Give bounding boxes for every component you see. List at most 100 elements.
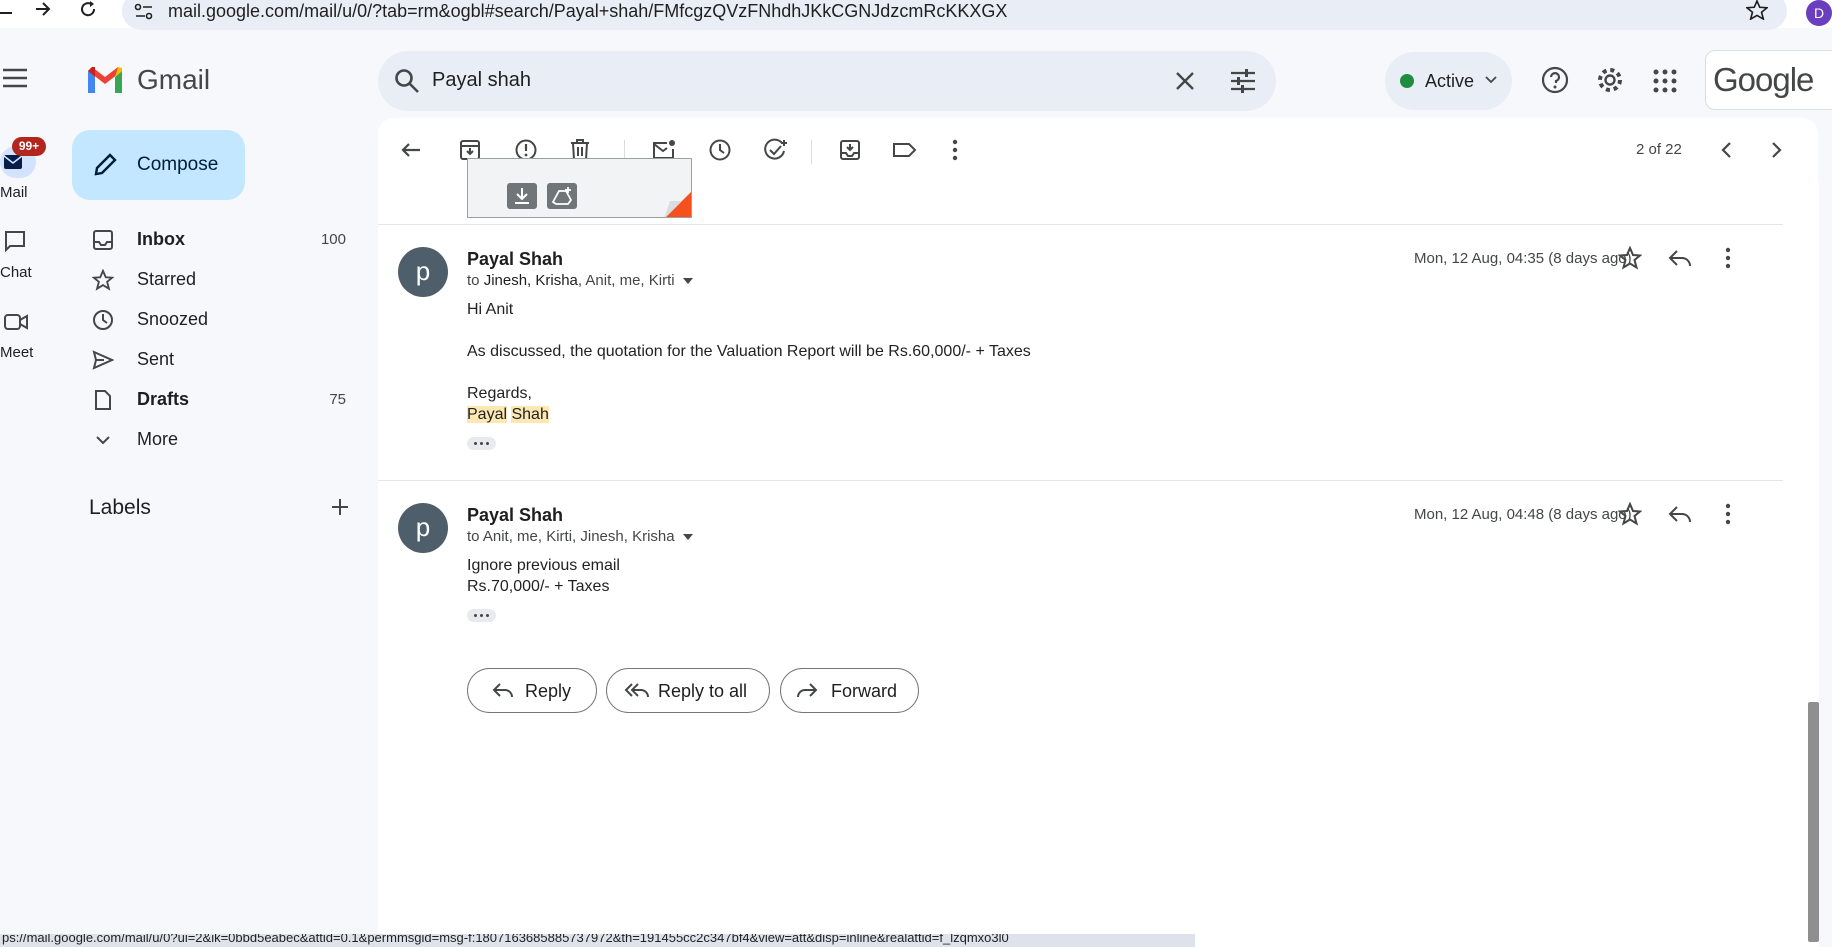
site-settings-icon[interactable] [134,3,154,21]
nav-item-drafts[interactable]: Drafts 75 [78,382,358,418]
move-to-icon[interactable] [838,138,862,162]
nav-label: Drafts [137,389,190,409]
message-body-line: Rs.70,000/- + Taxes [467,578,610,595]
pager-count: 2 of 22 [1636,141,1682,158]
forward-button[interactable]: Forward [780,668,919,713]
back-to-search-arrow-icon[interactable] [399,138,423,162]
snooze-clock-icon[interactable] [708,138,732,162]
bookmark-star-icon[interactable] [1746,0,1768,20]
message-date: Mon, 12 Aug, 04:35 (8 days ago) [1414,250,1632,267]
message-divider [378,224,1783,225]
show-details-caret-icon[interactable] [683,278,693,285]
gmail-wordmark[interactable]: Gmail [137,64,210,96]
reply-all-button[interactable]: Reply to all [606,668,770,713]
compose-label: Compose [137,154,219,175]
download-attachment-icon[interactable] [507,183,537,209]
google-account-button[interactable]: Google [1705,50,1832,110]
meet-rail-label[interactable]: Meet [0,344,33,361]
main-menu-icon[interactable] [2,68,28,88]
star-message-icon[interactable] [1618,502,1642,526]
meet-icon[interactable] [4,312,28,332]
message-more-kebab-icon[interactable] [1724,246,1732,270]
settings-gear-icon[interactable] [1596,66,1624,94]
add-to-tasks-icon[interactable] [763,138,789,162]
gmail-logo-icon[interactable] [85,65,125,95]
message-body-line: Regards, [467,385,532,402]
google-wordmark: Google [1713,61,1814,98]
reply-button[interactable]: Reply [467,668,597,713]
attachment-thumbnail[interactable] [467,158,692,218]
forward-arrow-icon [796,682,818,700]
inbox-icon [92,229,114,251]
help-icon[interactable] [1541,66,1569,94]
scrollbar-thumb[interactable] [1808,702,1819,942]
reply-icon[interactable] [1668,247,1692,269]
status-dot-icon [1400,74,1414,88]
recipients-rest: Anit, me, Kirti, Jinesh, Krisha [482,528,675,545]
nav-item-sent[interactable]: Sent [78,342,358,378]
status-label: Active [1425,71,1475,91]
sender-avatar[interactable]: p [398,247,448,297]
nav-item-starred[interactable]: Starred [78,262,358,298]
apps-grid-icon[interactable] [1653,69,1677,93]
show-details-caret-icon[interactable] [683,534,693,541]
search-icon[interactable] [394,68,420,94]
nav-count: 75 [329,391,346,408]
show-trimmed-content-button[interactable] [467,609,496,622]
chat-icon[interactable] [4,230,26,252]
signature: Payal Shah [467,406,549,424]
clear-search-close-icon[interactable] [1174,70,1196,92]
status-active-dropdown[interactable]: Active [1385,52,1512,110]
star-message-icon[interactable] [1618,246,1642,270]
mail-unread-badge: 99+ [12,137,46,156]
chevron-down-icon [92,429,114,451]
forward-label: Forward [831,681,898,701]
message-body-line: Ignore previous email [467,557,620,574]
browser-toolbar: mail.google.com/mail/u/0/?tab=rm&ogbl#se… [0,0,1832,30]
sender-avatar[interactable]: p [398,503,448,553]
compose-button[interactable]: Compose [72,130,245,200]
nav-label: Snoozed [137,309,209,329]
message-more-kebab-icon[interactable] [1724,502,1732,526]
search-input[interactable]: Payal shah [432,69,531,92]
sender-name[interactable]: Payal Shah [467,505,563,526]
url-text[interactable]: mail.google.com/mail/u/0/?tab=rm&ogbl#se… [168,1,1007,22]
mail-rail-label[interactable]: Mail [0,184,28,201]
recipients-line[interactable]: to Anit, me, Kirti, Jinesh, Krisha [467,528,675,545]
chat-rail-label[interactable]: Chat [0,264,32,281]
label-tag-icon[interactable] [892,138,918,162]
add-label-plus-icon[interactable] [330,497,350,517]
signature-first-highlight: Payal [467,406,508,423]
clock-icon [92,309,114,331]
message-body-line: Hi Anit [467,301,514,318]
search-options-tune-icon[interactable] [1230,69,1256,93]
reply-icon[interactable] [1668,503,1692,525]
reload-icon[interactable] [79,0,97,18]
send-icon [92,349,114,371]
nav-label: Sent [137,349,175,369]
message-date: Mon, 12 Aug, 04:48 (8 days ago) [1414,506,1632,523]
nav-item-inbox[interactable]: Inbox 100 [78,222,358,258]
labels-heading: Labels [89,496,151,519]
reply-all-arrow-icon [624,682,650,700]
newer-chevron-left-icon[interactable] [1719,140,1735,160]
signature-last-highlight: Shah [511,406,549,423]
profile-avatar[interactable]: D [1806,0,1832,26]
nav-item-more[interactable]: More [78,422,358,458]
reply-all-label: Reply to all [658,681,748,701]
more-options-kebab-icon[interactable] [951,138,959,162]
show-trimmed-content-button[interactable] [467,437,496,450]
nav-count: 100 [320,231,346,248]
back-arrow-icon[interactable] [0,4,14,22]
search-bar[interactable]: Payal shah [378,51,1276,111]
recipients-line[interactable]: to Jinesh, Krisha, Anit, me, Kirti [467,272,675,289]
sender-name[interactable]: Payal Shah [467,249,563,270]
message-divider [378,480,1783,481]
recipients-bold: Jinesh, Krisha [483,272,578,289]
older-chevron-right-icon[interactable] [1768,140,1784,160]
to-prefix: to [467,528,483,545]
forward-arrow-icon[interactable] [34,0,52,18]
nav-item-snoozed[interactable]: Snoozed [78,302,358,338]
save-to-drive-icon[interactable] [547,183,577,209]
nav-label: Starred [137,269,197,289]
